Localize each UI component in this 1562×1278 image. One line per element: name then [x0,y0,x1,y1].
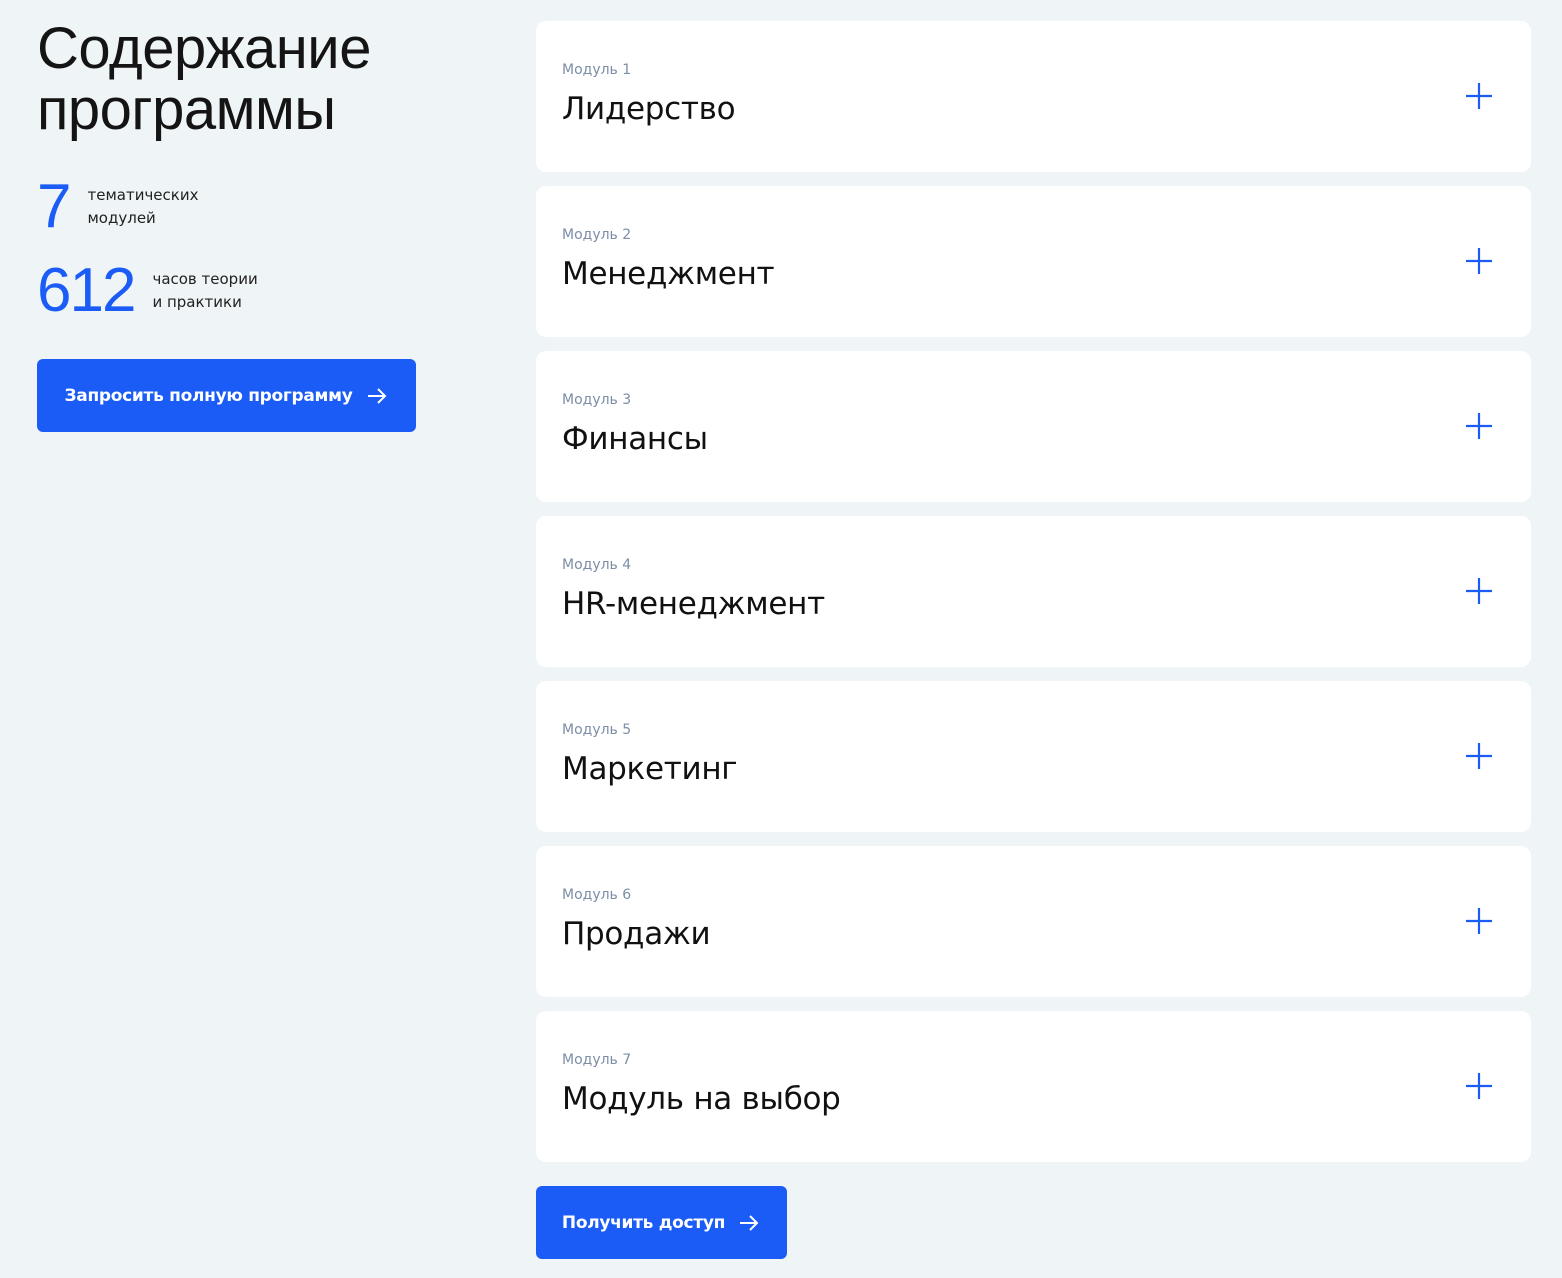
plus-icon[interactable] [1465,742,1493,770]
plus-icon[interactable] [1465,577,1493,605]
module-card-6[interactable]: Модуль 6 Продажи [536,846,1531,997]
program-summary: Содержание программы 7 тематических моду… [37,18,477,322]
arrow-right-icon [740,1214,759,1231]
module-label: Модуль 3 [562,392,632,408]
module-label: Модуль 4 [562,557,632,573]
module-title: Продажи [562,916,711,952]
module-label: Модуль 2 [562,227,632,243]
arrow-right-icon [367,387,386,404]
page-title-line1: Содержание [37,16,371,81]
stat-hours-number: 612 [37,256,136,325]
stat-hours-text: часов теории и практики [152,270,258,311]
module-card-7[interactable]: Модуль 7 Модуль на выбор [536,1011,1531,1162]
module-title: HR-менеджмент [562,586,825,622]
stat-modules-text: тематических модулей [87,186,199,227]
module-card-3[interactable]: Модуль 3 Финансы [536,351,1531,502]
plus-icon[interactable] [1465,907,1493,935]
get-access-button-label: Получить доступ [561,1212,726,1233]
plus-icon[interactable] [1465,1072,1493,1100]
module-card-4[interactable]: Модуль 4 HR-менеджмент [536,516,1531,667]
plus-icon[interactable] [1465,412,1493,440]
module-label: Модуль 7 [562,1052,632,1068]
stat-modules-number: 7 [37,172,72,241]
module-title: Модуль на выбор [562,1081,841,1117]
module-label: Модуль 6 [562,887,632,903]
stat-modules: 7 тематических модулей [37,176,198,238]
plus-icon[interactable] [1465,82,1493,110]
request-program-button[interactable]: Запросить полную программу [37,359,416,432]
get-access-button[interactable]: Получить доступ [536,1186,787,1259]
page-title-line2: программы [37,77,336,142]
module-card-1[interactable]: Модуль 1 Лидерство [536,21,1531,172]
modules-list: Модуль 1 Лидерство Модуль 2 Менеджмент М… [536,21,1531,1176]
module-title: Лидерство [562,91,736,127]
plus-icon[interactable] [1465,247,1493,275]
module-title: Маркетинг [562,751,738,787]
module-card-2[interactable]: Модуль 2 Менеджмент [536,186,1531,337]
module-card-5[interactable]: Модуль 5 Маркетинг [536,681,1531,832]
module-title: Финансы [562,421,708,457]
module-label: Модуль 5 [562,722,632,738]
module-title: Менеджмент [562,256,775,292]
stat-hours: 612 часов теории и практики [37,260,258,322]
module-label: Модуль 1 [562,62,632,78]
page-title: Содержание программы [37,18,477,140]
request-program-button-label: Запросить полную программу [64,385,353,406]
